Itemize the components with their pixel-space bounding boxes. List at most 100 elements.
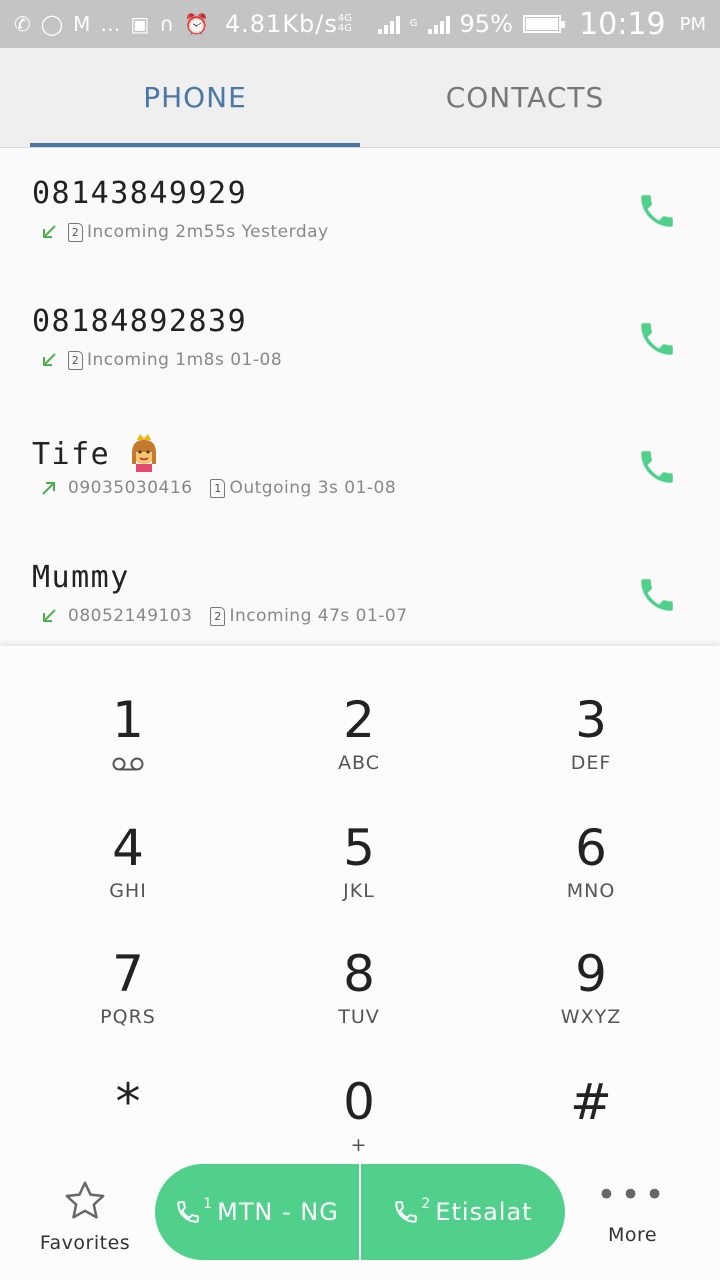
- caller-number: 09035030416: [68, 478, 193, 498]
- sim-call-buttons: 1 MTN - NG 2 Etisalat: [155, 1164, 565, 1260]
- network-speed: 4.81Kb/s: [224, 10, 338, 38]
- caller-name: Tife: [32, 432, 164, 472]
- voicemail-icon: [110, 756, 146, 772]
- tab-contacts[interactable]: CONTACTS: [360, 48, 690, 147]
- dialpad-key-6[interactable]: 6 MNO: [491, 818, 691, 928]
- key-digit: 9: [575, 945, 607, 1003]
- key-digit: 7: [112, 945, 144, 1003]
- key-digit: 5: [343, 819, 375, 877]
- key-letters: JKL: [343, 880, 375, 902]
- sim-card-icon: 2: [68, 222, 83, 242]
- key-digit: 6: [575, 819, 607, 877]
- call-log-entry[interactable]: Mummy 08052149103 2 Incoming 47s 01-07: [0, 534, 720, 646]
- network-type-label-2: G: [409, 18, 418, 29]
- call-back-phone-icon[interactable]: [636, 318, 678, 360]
- clock-time: 10:19: [579, 6, 666, 42]
- call-sim1-button[interactable]: 1 MTN - NG: [155, 1164, 359, 1260]
- call-log-entry[interactable]: 08184892839 2 Incoming 1m8s 01-08: [0, 278, 720, 406]
- tab-phone[interactable]: PHONE: [30, 48, 360, 147]
- dialpad-key-4[interactable]: 4 GHI: [28, 818, 228, 928]
- more-notifications-icon: …: [100, 12, 121, 36]
- sim1-index: 1: [203, 1196, 214, 1212]
- signal-sim1-icon: [377, 14, 400, 34]
- sim-card-icon: 2: [68, 350, 83, 370]
- dialpad-key-2[interactable]: 2 ABC: [259, 690, 459, 800]
- caller-name-text: Mummy: [32, 560, 130, 595]
- princess-emoji-icon: [124, 432, 164, 472]
- key-letters: DEF: [570, 752, 612, 774]
- key-letters: MNO: [566, 880, 616, 902]
- caller-name-text: Tife: [32, 437, 111, 472]
- call-back-phone-icon[interactable]: [636, 190, 678, 232]
- gmail-icon: M: [73, 12, 91, 36]
- caller-name: 08143849929: [32, 176, 247, 211]
- dialpad-key-8[interactable]: 8 TUV: [259, 944, 459, 1054]
- key-digit: 8: [343, 945, 375, 1003]
- caller-name: 08184892839: [32, 304, 247, 339]
- key-digit: 4: [112, 819, 144, 877]
- favorites-label: Favorites: [39, 1232, 131, 1254]
- tab-bar: PHONE CONTACTS: [0, 48, 720, 148]
- star-icon: [65, 1181, 105, 1219]
- battery-icon: [522, 15, 566, 33]
- caller-number: 08052149103: [68, 606, 193, 626]
- dialpad-key-3[interactable]: 3 DEF: [491, 690, 691, 800]
- incoming-call-arrow-icon: [40, 223, 58, 241]
- clock-ampm: PM: [679, 13, 706, 35]
- dialpad-key-1[interactable]: 1: [28, 690, 228, 800]
- call-details: 09035030416 1 Outgoing 3s 01-08: [40, 478, 396, 498]
- caller-name: Mummy: [32, 560, 130, 595]
- phone-icon: [395, 1201, 418, 1223]
- call-back-phone-icon[interactable]: [636, 446, 678, 488]
- dialpad-key-7[interactable]: 7 PQRS: [28, 944, 228, 1054]
- call-detail-text: Incoming 2m55s Yesterday: [87, 222, 329, 242]
- key-digit: *: [115, 1073, 141, 1131]
- phone-icon: ✆: [14, 12, 31, 36]
- incoming-call-arrow-icon: [40, 607, 58, 625]
- call-detail-text: Incoming 47s 01-07: [229, 606, 408, 626]
- call-log-list[interactable]: 08143849929 2 Incoming 2m55s Yesterday 0818…: [0, 150, 720, 646]
- caller-name-text: 08184892839: [32, 304, 248, 339]
- key-digit: 0: [343, 1073, 375, 1131]
- key-digit: 2: [343, 691, 375, 749]
- sim2-label: Etisalat: [435, 1198, 533, 1226]
- screenshot-icon: ▣: [130, 12, 150, 36]
- call-log-entry[interactable]: Tife 09035030416 1 Outgoing 3s 01-08: [0, 406, 720, 534]
- incoming-call-arrow-icon: [40, 351, 58, 369]
- alarm-icon: ⏰: [183, 12, 209, 36]
- key-letters: TUV: [338, 1006, 380, 1028]
- dialpad-key-9[interactable]: 9 WXYZ: [491, 944, 691, 1054]
- more-button[interactable]: ••• More: [580, 1175, 685, 1270]
- call-detail-text: Incoming 1m8s 01-08: [87, 350, 283, 370]
- notification-icons: ✆ ◯ M … ▣ ∩ ⏰ 4.81Kb/s: [14, 10, 338, 38]
- call-detail-text: Outgoing 3s 01-08: [229, 478, 397, 498]
- key-letters: GHI: [109, 880, 147, 902]
- sim-card-icon: 1: [210, 478, 226, 498]
- headset-icon: ∩: [159, 12, 174, 36]
- call-log-entry[interactable]: 08143849929 2 Incoming 2m55s Yesterday: [0, 150, 720, 278]
- call-back-phone-icon[interactable]: [636, 574, 678, 616]
- whatsapp-icon: ◯: [40, 12, 64, 36]
- sim1-label: MTN - NG: [217, 1198, 339, 1226]
- more-dots-icon: •••: [596, 1175, 669, 1215]
- network-type-label: 4G 4G: [337, 13, 352, 34]
- dialpad-key-5[interactable]: 5 JKL: [259, 818, 459, 928]
- key-letters: PQRS: [100, 1006, 156, 1028]
- signal-sim2-icon: [427, 14, 450, 34]
- call-details: 2 Incoming 2m55s Yesterday: [40, 222, 329, 242]
- key-digit: 3: [575, 691, 607, 749]
- key-digit: #: [570, 1073, 612, 1131]
- key-letters: WXYZ: [560, 1006, 622, 1028]
- sim-card-icon: 2: [210, 606, 226, 626]
- call-details: 2 Incoming 1m8s 01-08: [40, 350, 282, 370]
- outgoing-call-arrow-icon: [40, 479, 58, 497]
- sim2-index: 2: [421, 1196, 432, 1212]
- status-bar: ✆ ◯ M … ▣ ∩ ⏰ 4.81Kb/s 4G 4G G 95% 10:19…: [0, 0, 720, 48]
- call-sim2-button[interactable]: 2 Etisalat: [359, 1164, 565, 1260]
- caller-name-text: 08143849929: [32, 176, 248, 211]
- key-digit: 1: [112, 691, 144, 749]
- call-details: 08052149103 2 Incoming 47s 01-07: [40, 606, 408, 626]
- phone-icon: [177, 1201, 199, 1223]
- more-label: More: [607, 1224, 658, 1246]
- favorites-button[interactable]: Favorites: [30, 1178, 140, 1268]
